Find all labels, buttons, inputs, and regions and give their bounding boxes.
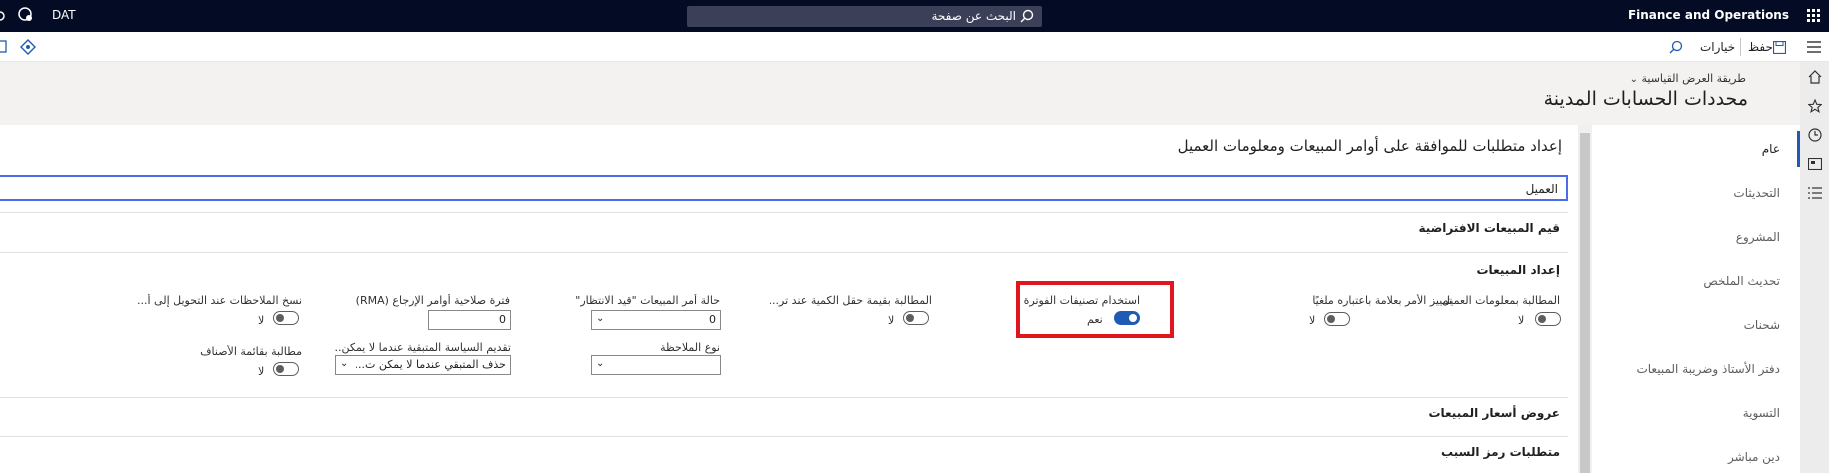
- list-icon[interactable]: [1807, 185, 1823, 201]
- toggle-knob: [276, 365, 284, 373]
- remaining-policy-value: حذف المتبقي عندما لا يمكن ت...: [356, 358, 506, 371]
- chevron-down-icon: ⌄: [1629, 74, 1638, 85]
- form-content: إعداد متطلبات للموافقة على أوامر المبيعا…: [0, 125, 1578, 473]
- require-customer-info-value: لا: [1518, 314, 1525, 327]
- home-icon[interactable]: [1807, 69, 1823, 85]
- nav-item-ledger-tax[interactable]: دفتر الأستاذ وضريبة المبيعات: [1636, 362, 1780, 376]
- nav-item-shipments[interactable]: شحنات: [1744, 318, 1780, 332]
- save-button[interactable]: حفظ: [1748, 40, 1773, 54]
- section-title: إعداد متطلبات للموافقة على أوامر المبيعا…: [1177, 137, 1562, 155]
- nav-item-updates[interactable]: التحديثات: [1733, 186, 1780, 200]
- navigation-icon-strip: [1800, 62, 1829, 473]
- use-invoice-categories-value: نعم: [1087, 313, 1103, 326]
- search-icon: [1020, 9, 1034, 23]
- search-action-icon[interactable]: [1668, 39, 1684, 55]
- nav-item-direct-debit[interactable]: دين مباشر: [1728, 450, 1780, 464]
- app-title: Finance and Operations: [1627, 8, 1789, 22]
- active-nav-indicator: [1797, 131, 1800, 167]
- note-type-label: نوع الملاحظة: [660, 341, 720, 354]
- action-bar: خيارات حفظ: [0, 32, 1829, 62]
- toggle-knob: [1129, 314, 1137, 322]
- view-label: طريقة العرض القياسية: [1641, 72, 1747, 85]
- default-sales-values-section[interactable]: قيم المبيعات الافتراضية: [1419, 221, 1560, 235]
- mark-order-cancelled-label: تمييز الأمر بعلامة باعتباره ملغيًا: [1312, 294, 1452, 307]
- customer-tab-header[interactable]: العميل: [0, 175, 1568, 201]
- copy-notes-toggle[interactable]: [273, 311, 299, 325]
- use-invoice-categories-label: استخدام تصنيفات الفوترة: [1024, 294, 1140, 307]
- remaining-policy-label: تقديم السياسة المتبقية عندما لا يمكن...: [335, 341, 511, 354]
- nav-item-project[interactable]: المشروع: [1736, 230, 1780, 244]
- require-quantity-value-label: المطالبة بقيمة حقل الكمية عند تر...: [770, 294, 932, 307]
- page-header: طريقة العرض القياسية ⌄ محددات الحسابات ا…: [0, 62, 1800, 125]
- nav-item-settlement[interactable]: التسوية: [1743, 406, 1780, 420]
- sales-setup-section[interactable]: إعداد المبيعات: [1477, 263, 1561, 277]
- chevron-down-icon: ⌄: [596, 358, 605, 369]
- divider: [0, 252, 1568, 253]
- chevron-down-icon: ⌄: [596, 313, 605, 324]
- toggle-knob: [1327, 315, 1335, 323]
- action-divider: [1740, 38, 1741, 56]
- require-customer-info-toggle[interactable]: [1535, 312, 1561, 326]
- scrollbar-thumb[interactable]: [1580, 133, 1590, 473]
- hamburger-menu-icon[interactable]: [1806, 40, 1822, 54]
- divider: [0, 436, 1568, 437]
- sales-order-status-value: 0: [709, 313, 716, 326]
- clock-icon[interactable]: [1807, 127, 1823, 143]
- sales-order-status-pending-label: حالة أمر المبيعات "قيد الانتظار": [575, 294, 720, 307]
- panel-icon[interactable]: [0, 40, 8, 54]
- require-customer-info-label: المطالبة بمعلومات العميل: [1441, 294, 1560, 307]
- search-placeholder: البحث عن صفحة: [931, 9, 1016, 23]
- mark-order-cancelled-value: لا: [1309, 314, 1316, 327]
- options-button[interactable]: خيارات: [1700, 40, 1735, 54]
- vertical-scrollbar[interactable]: [1578, 125, 1592, 473]
- save-icon[interactable]: [1772, 40, 1786, 54]
- note-type-select[interactable]: ⌄: [591, 355, 721, 375]
- section-nav-panel: عام التحديثات المشروع تحديث الملخص شحنات…: [1592, 125, 1800, 473]
- require-quantity-value-value: لا: [888, 314, 895, 327]
- company-label[interactable]: DAT: [52, 8, 76, 22]
- workspace-icon[interactable]: [1807, 156, 1823, 172]
- remaining-policy-select[interactable]: حذف المتبقي عندما لا يمكن ت... ⌄: [335, 355, 511, 375]
- rma-validity-period-input[interactable]: 0: [428, 310, 511, 330]
- sales-order-status-pending-select[interactable]: 0 ⌄: [591, 310, 721, 330]
- page-search-box[interactable]: البحث عن صفحة: [687, 6, 1042, 27]
- require-item-list-toggle[interactable]: [273, 362, 299, 376]
- copy-notes-value: لا: [258, 314, 265, 327]
- divider: [0, 212, 1568, 213]
- reason-code-requirements-section[interactable]: متطلبات رمز السبب: [1441, 445, 1560, 459]
- nav-item-general[interactable]: عام: [1762, 142, 1780, 156]
- toggle-knob: [276, 314, 284, 322]
- divider: [0, 397, 1568, 398]
- view-selector[interactable]: طريقة العرض القياسية ⌄: [1630, 72, 1746, 85]
- rma-validity-value: 0: [499, 313, 506, 326]
- copy-notes-label: نسخ الملاحظات عند التحويل إلى أ...: [137, 294, 302, 307]
- nav-item-summary-update[interactable]: تحديث الملخص: [1703, 274, 1780, 288]
- highlight-box: [1016, 281, 1174, 338]
- toggle-knob: [906, 314, 914, 322]
- require-item-list-value: لا: [258, 365, 265, 378]
- mark-order-cancelled-toggle[interactable]: [1324, 312, 1350, 326]
- app-launcher-icon[interactable]: [1806, 8, 1822, 24]
- settings-icon[interactable]: [0, 8, 6, 24]
- sales-price-offers-section[interactable]: عروض أسعار المبيعات: [1428, 406, 1560, 420]
- use-invoice-categories-toggle[interactable]: [1114, 311, 1140, 325]
- rma-validity-period-label: فترة صلاحية أوامر الإرجاع (RMA): [355, 294, 510, 307]
- toggle-knob: [1538, 315, 1546, 323]
- chevron-down-icon: ⌄: [340, 358, 349, 369]
- require-quantity-value-toggle[interactable]: [903, 311, 929, 325]
- star-icon[interactable]: [1807, 98, 1823, 114]
- customer-tab-label: العميل: [1525, 182, 1558, 196]
- office-icon[interactable]: [20, 39, 36, 55]
- require-item-list-label: مطالبة بقائمة الأصناف: [200, 345, 302, 358]
- page-title: محددات الحسابات المدينة: [1543, 88, 1748, 110]
- help-icon[interactable]: [18, 7, 34, 23]
- top-bar: DAT البحث عن صفحة Finance and Operations: [0, 0, 1829, 32]
